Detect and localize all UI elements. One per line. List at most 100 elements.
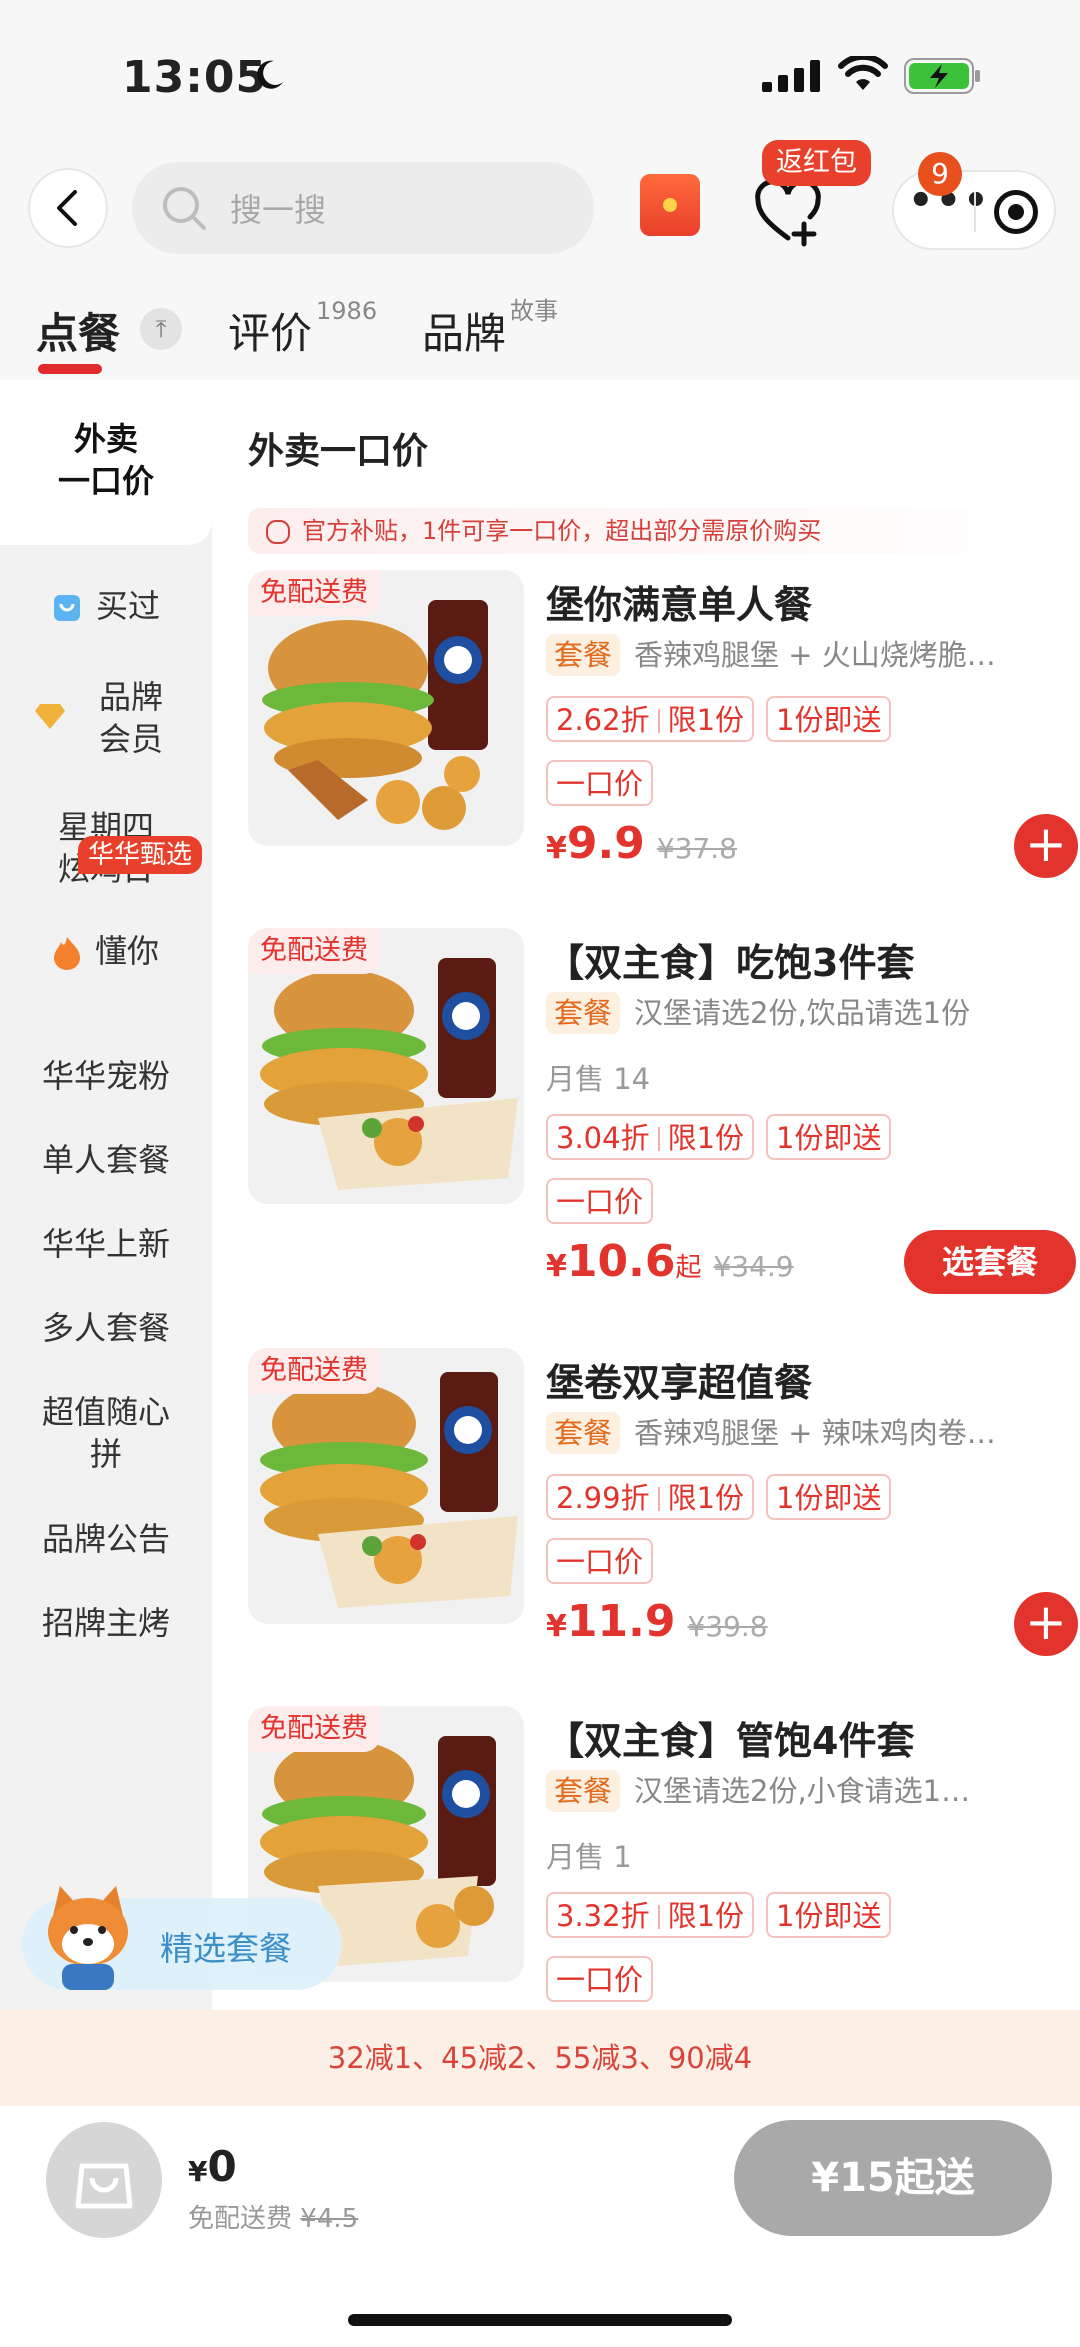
instant-tag: 1份即送 bbox=[766, 1892, 892, 1938]
discount-value: 3.04折 bbox=[556, 1121, 650, 1155]
sidebar-item-label: 懂你 bbox=[94, 932, 159, 970]
cart-bag-icon[interactable] bbox=[46, 2122, 162, 2238]
moon-icon bbox=[257, 60, 283, 89]
promo-tags: 3.04折 限1份 1份即送 bbox=[546, 1114, 903, 1160]
delivery-fee: 免配送费 ¥4.5 bbox=[188, 2198, 358, 2235]
one-price-tag: 一口价 bbox=[546, 1538, 654, 1584]
cellular-signal-icon bbox=[762, 60, 820, 92]
cart-bar: ¥0 免配送费 ¥4.5 ¥15起送 bbox=[0, 2106, 1080, 2347]
category-sidebar: 外卖 一口价 买过 品牌 会员 星期四 炫鸡日 懂你 华华宠粉 华华甄选 单人套… bbox=[0, 380, 212, 2080]
sidebar-item-one-price[interactable]: 外卖 一口价 bbox=[0, 380, 212, 545]
set-meal-tag: 套餐 bbox=[546, 992, 621, 1034]
sidebar-item-member[interactable]: 品牌 会员 bbox=[0, 676, 212, 760]
section-title: 外卖一口价 bbox=[248, 431, 429, 472]
shiba-mascot-icon bbox=[48, 1886, 128, 1990]
one-price-tag-wrap: 一口价 bbox=[546, 1956, 665, 2002]
set-meal-tag: 套餐 bbox=[546, 634, 621, 676]
tab-reviews[interactable]: 评价 1986 bbox=[228, 297, 378, 361]
discount-tag: 3.04折 限1份 bbox=[546, 1114, 755, 1160]
product-price: ¥10.6起 ¥34.9 bbox=[546, 1236, 794, 1287]
monthly-sales: 月售 1 bbox=[546, 1840, 632, 1874]
red-envelope-icon[interactable] bbox=[640, 174, 700, 236]
one-price-tag-wrap: 一口价 bbox=[546, 1178, 665, 1224]
discount-promo-bar: 32减1、45减2、55减3、90减4 bbox=[0, 2010, 1080, 2106]
mini-program-capsule: ••• bbox=[892, 170, 1056, 250]
notification-badge: 9 bbox=[918, 152, 962, 196]
discount-value: 2.62折 bbox=[556, 703, 650, 737]
sidebar-item-signature[interactable]: 招牌主烤 bbox=[0, 1602, 212, 1642]
sidebar-item-label: 品牌 会员 bbox=[98, 678, 163, 758]
sidebar-item-group-meal[interactable]: 多人套餐 bbox=[0, 1307, 212, 1349]
chevron-left-icon bbox=[57, 190, 77, 226]
add-to-cart-button[interactable]: + bbox=[1014, 814, 1078, 878]
instant-tag: 1份即送 bbox=[766, 696, 892, 742]
product-image[interactable]: 免配送费 bbox=[248, 928, 524, 1204]
search-icon bbox=[163, 187, 206, 230]
original-price: ¥34.9 bbox=[713, 1250, 794, 1283]
bag-icon bbox=[53, 595, 80, 621]
flame-icon bbox=[53, 937, 80, 970]
product-desc-text: 香辣鸡腿堡 + 辣味鸡肉卷… bbox=[634, 1416, 996, 1450]
sidebar-item-bought[interactable]: 买过 bbox=[0, 585, 212, 627]
free-shipping-badge: 免配送费 bbox=[248, 570, 380, 616]
tab-order[interactable]: 点餐 bbox=[36, 300, 120, 361]
one-price-tag: 一口价 bbox=[546, 1178, 654, 1224]
product-name[interactable]: 堡卷双享超值餐 bbox=[546, 1352, 812, 1407]
sidebar-item-label: 买过 bbox=[95, 587, 160, 625]
checkout-button[interactable]: ¥15起送 bbox=[734, 2120, 1052, 2236]
one-price-tag: 一口价 bbox=[546, 1956, 654, 2002]
sidebar-item-new[interactable]: 华华上新 bbox=[0, 1223, 212, 1265]
sidebar-item-single-meal[interactable]: 单人套餐 bbox=[0, 1139, 212, 1181]
product-card[interactable]: 免配送费 堡你满意单人餐 套餐 香辣鸡腿堡 + 火山烧烤脆… 2.62折 限1份 1份… bbox=[248, 570, 1080, 910]
instant-tag: 1份即送 bbox=[766, 1474, 892, 1520]
product-desc-text: 香辣鸡腿堡 + 火山烧烤脆… bbox=[634, 638, 996, 672]
tab-reviews-label: 评价 bbox=[228, 309, 313, 358]
sidebar-item-huahua-fans[interactable]: 华华宠粉 bbox=[0, 1055, 212, 1097]
search-input[interactable]: 搜一搜 bbox=[132, 162, 594, 254]
pin-top-icon[interactable]: ⤒ bbox=[140, 308, 182, 350]
free-shipping-badge: 免配送费 bbox=[248, 928, 380, 974]
tab-bar: 点餐 ⤒ 评价 1986 品牌 故事 bbox=[0, 280, 1080, 380]
featured-sets-label: 精选套餐 bbox=[160, 1929, 292, 1968]
monthly-sales: 月售 14 bbox=[546, 1062, 651, 1096]
limit-value: 限1份 bbox=[667, 1481, 745, 1515]
promo-tags: 3.32折 限1份 1份即送 bbox=[546, 1892, 903, 1938]
cart-total: ¥0 bbox=[188, 2142, 237, 2191]
limit-value: 限1份 bbox=[667, 703, 745, 737]
product-card[interactable]: 免配送费 【双主食】吃饱3件套 套餐 汉堡请选2份,饮品请选1份 月售 14 3.… bbox=[248, 928, 1080, 1294]
original-price: ¥39.8 bbox=[687, 1610, 768, 1643]
sidebar-item-announcement[interactable]: 品牌公告 bbox=[0, 1518, 212, 1560]
product-image[interactable]: 免配送费 bbox=[248, 1348, 524, 1624]
product-desc: 套餐 汉堡请选2份,小食请选1… bbox=[546, 1768, 1046, 1812]
search-placeholder: 搜一搜 bbox=[230, 191, 327, 229]
discount-tag: 2.62折 限1份 bbox=[546, 696, 755, 742]
tab-brand[interactable]: 品牌 故事 bbox=[422, 297, 558, 361]
product-price: ¥9.9 ¥37.8 bbox=[546, 818, 737, 869]
back-button[interactable] bbox=[28, 168, 108, 248]
free-shipping-badge: 免配送费 bbox=[248, 1706, 380, 1752]
discount-value: 3.32折 bbox=[556, 1899, 650, 1933]
header: 搜一搜 返红包 ••• 9 点餐 ⤒ 评价 1986 品牌 故事 bbox=[0, 140, 1080, 380]
tab-reviews-count: 1986 bbox=[316, 297, 378, 325]
promo-tags: 2.99折 限1份 1份即送 bbox=[546, 1474, 903, 1520]
product-desc-text: 汉堡请选2份,饮品请选1份 bbox=[634, 996, 971, 1030]
product-image[interactable]: 免配送费 bbox=[248, 570, 524, 846]
sidebar-item-combo[interactable]: 超值随心 拼 bbox=[0, 1391, 212, 1475]
sidebar-item-dongni[interactable]: 懂你 bbox=[0, 930, 212, 972]
choose-set-button[interactable]: 选套餐 bbox=[904, 1230, 1076, 1294]
product-price: ¥11.9 ¥39.8 bbox=[546, 1596, 768, 1647]
product-name[interactable]: 【双主食】吃饱3件套 bbox=[546, 932, 914, 987]
status-time: 13:05 bbox=[122, 52, 268, 103]
tab-active-indicator bbox=[38, 364, 102, 374]
product-name[interactable]: 堡你满意单人餐 bbox=[546, 574, 812, 629]
delivery-fee-orig: ¥4.5 bbox=[300, 2204, 359, 2234]
close-target-icon[interactable] bbox=[994, 190, 1038, 234]
product-card[interactable]: 免配送费 【双主食】管饱4件套 套餐 汉堡请选2份,小食请选1… 月售 1 3.3… bbox=[248, 1706, 1080, 2046]
limit-value: 限1份 bbox=[667, 1899, 745, 1933]
add-to-cart-button[interactable]: + bbox=[1014, 1592, 1078, 1656]
one-price-tag-wrap: 一口价 bbox=[546, 1538, 665, 1584]
product-card[interactable]: 免配送费 堡卷双享超值餐 套餐 香辣鸡腿堡 + 辣味鸡肉卷… 2.99折 限1份 1份… bbox=[248, 1348, 1080, 1688]
product-name[interactable]: 【双主食】管饱4件套 bbox=[546, 1710, 914, 1765]
product-desc: 套餐 汉堡请选2份,饮品请选1份 bbox=[546, 990, 1046, 1034]
promo-tags: 2.62折 限1份 1份即送 bbox=[546, 696, 903, 742]
